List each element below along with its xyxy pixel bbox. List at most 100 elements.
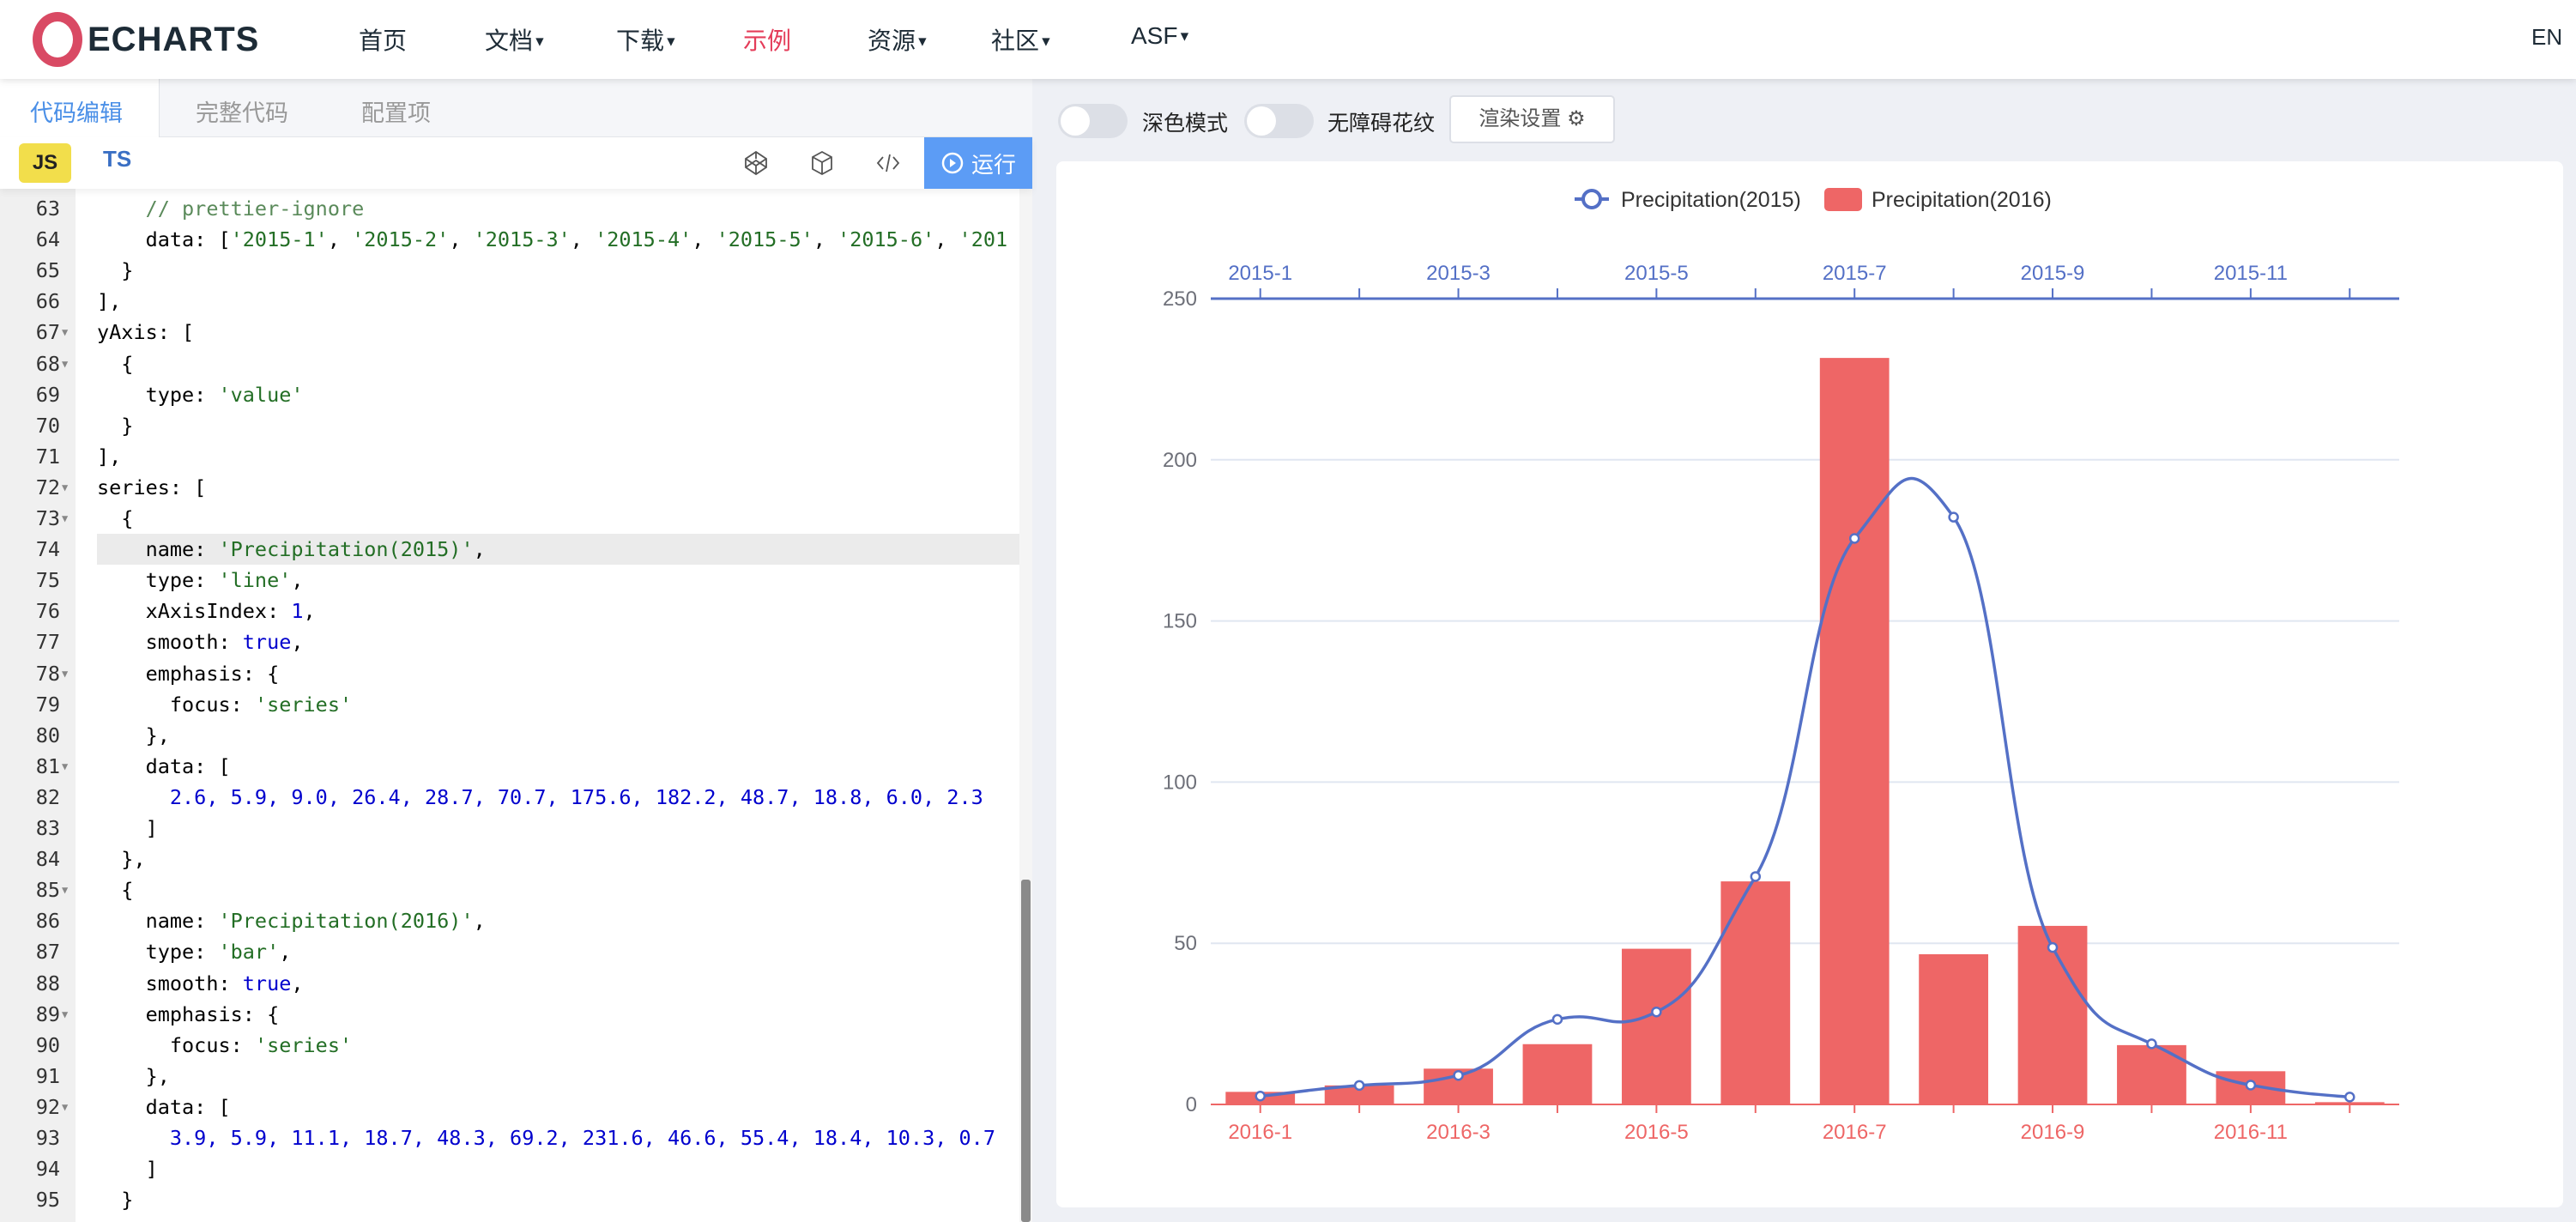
code-line[interactable]: 87 type: 'bar', xyxy=(0,936,1019,967)
nav-item-4[interactable]: 资源▼ xyxy=(868,22,929,57)
js-button[interactable]: JS xyxy=(19,143,71,183)
code-line[interactable]: 95 } xyxy=(0,1184,1019,1215)
code-line[interactable]: 73▼ { xyxy=(0,503,1019,534)
code-line[interactable]: 66], xyxy=(0,286,1019,317)
tab-options[interactable]: 配置项 xyxy=(361,94,431,128)
code-line[interactable]: 94 ] xyxy=(0,1153,1019,1184)
nav-item-5[interactable]: 社区▼ xyxy=(991,22,1053,57)
code-token: ], xyxy=(97,289,121,313)
ts-button[interactable]: TS xyxy=(103,146,131,172)
nav-item-2[interactable]: 下载▼ xyxy=(616,22,678,57)
fold-arrow-icon[interactable]: ▼ xyxy=(62,472,68,503)
code-text: smooth: true, xyxy=(97,626,1019,657)
code-line[interactable]: 70 } xyxy=(0,410,1019,441)
scrollbar-thumb[interactable] xyxy=(1021,880,1031,1222)
render-settings-button[interactable]: 渲染设置 ⚙ xyxy=(1449,95,1615,143)
line-number: 77 xyxy=(0,626,60,657)
code-line[interactable]: 69 type: 'value' xyxy=(0,379,1019,410)
code-editor[interactable]: 63 // prettier-ignore64 data: ['2015-1',… xyxy=(0,189,1019,1222)
line-number: 86 xyxy=(0,905,60,936)
code-line[interactable]: 91 }, xyxy=(0,1061,1019,1092)
code-line[interactable]: 79 focus: 'series' xyxy=(0,689,1019,720)
bar xyxy=(1720,881,1790,1104)
code-line[interactable]: 75 type: 'line', xyxy=(0,565,1019,596)
nav-item-6[interactable]: ASF▼ xyxy=(1131,22,1191,50)
code-line[interactable]: 68▼ { xyxy=(0,348,1019,379)
code-token: type: xyxy=(97,568,218,592)
nav-item-0[interactable]: 首页 xyxy=(359,22,407,57)
dark-mode-toggle[interactable] xyxy=(1058,104,1128,138)
tab-code-edit[interactable]: 代码编辑 xyxy=(30,94,123,128)
run-button[interactable]: 运行 xyxy=(924,137,1032,189)
x-top-label: 2015-11 xyxy=(2214,262,2288,285)
code-line[interactable]: 77 smooth: true, xyxy=(0,626,1019,657)
code-line[interactable]: 80 }, xyxy=(0,720,1019,751)
tab-full-code[interactable]: 完整代码 xyxy=(196,94,288,128)
code-line[interactable]: 74 name: 'Precipitation(2015)', xyxy=(0,534,1019,565)
code-line[interactable]: 83 ] xyxy=(0,813,1019,844)
code-line[interactable]: 88 smooth: true, xyxy=(0,968,1019,999)
code-token: 1 xyxy=(291,599,303,623)
fold-arrow-icon[interactable]: ▼ xyxy=(62,503,68,534)
code-line[interactable]: 72▼series: [ xyxy=(0,472,1019,503)
code-line[interactable]: 93 3.9, 5.9, 11.1, 18.7, 48.3, 69.2, 231… xyxy=(0,1122,1019,1153)
nav-item-label: ASF xyxy=(1131,22,1177,49)
code-line[interactable]: 81▼ data: [ xyxy=(0,751,1019,782)
aria-pattern-toggle[interactable] xyxy=(1244,104,1314,138)
code-token: data: [ xyxy=(97,1095,231,1119)
code-line[interactable]: 78▼ emphasis: { xyxy=(0,658,1019,689)
code-token: 'Precipitation(2016)' xyxy=(218,909,473,933)
code-line[interactable]: 90 focus: 'series' xyxy=(0,1030,1019,1061)
fold-arrow-icon[interactable]: ▼ xyxy=(62,1092,68,1122)
code-line[interactable]: 64 data: ['2015-1', '2015-2', '2015-3', … xyxy=(0,224,1019,255)
fold-arrow-icon[interactable]: ▼ xyxy=(62,874,68,905)
code-token: , xyxy=(934,227,958,251)
code-line[interactable]: 67▼yAxis: [ xyxy=(0,317,1019,348)
code-line[interactable]: 89▼ emphasis: { xyxy=(0,999,1019,1030)
play-circle-icon xyxy=(940,151,964,175)
fold-arrow-icon[interactable]: ▼ xyxy=(62,751,68,782)
code-token: '2015-1' xyxy=(231,227,328,251)
codesandbox-icon[interactable] xyxy=(808,149,836,177)
code-line[interactable]: 71], xyxy=(0,441,1019,472)
language-switch[interactable]: EN xyxy=(2531,24,2562,51)
code-token xyxy=(97,785,170,809)
code-line[interactable]: 85▼ { xyxy=(0,874,1019,905)
chart[interactable]: 0501001502002502016-12016-32016-52016-72… xyxy=(1056,161,2563,1207)
code-text: smooth: true, xyxy=(97,968,1019,999)
fold-arrow-icon[interactable]: ▼ xyxy=(62,348,68,379)
nav-item-label: 资源 xyxy=(868,27,916,54)
fold-arrow-icon[interactable]: ▼ xyxy=(62,658,68,689)
line-number: 95 xyxy=(0,1184,60,1215)
editor-scrollbar[interactable] xyxy=(1019,189,1032,1222)
echarts-logo[interactable]: ECHARTS xyxy=(33,12,259,67)
code-token: data: [ xyxy=(97,754,231,778)
code-token: 'series' xyxy=(255,693,352,717)
code-token: smooth: xyxy=(97,630,243,654)
x-top-label: 2015-1 xyxy=(1228,262,1292,285)
code-line[interactable]: 65 } xyxy=(0,255,1019,286)
code-line[interactable]: 82 2.6, 5.9, 9.0, 26.4, 28.7, 70.7, 175.… xyxy=(0,782,1019,813)
code-token: , xyxy=(291,568,303,592)
fold-arrow-icon[interactable]: ▼ xyxy=(62,999,68,1030)
line-number: 85 xyxy=(0,874,60,905)
code-token: data: [ xyxy=(97,227,231,251)
code-token: '201 xyxy=(959,227,1008,251)
fold-arrow-icon[interactable]: ▼ xyxy=(62,317,68,348)
code-line[interactable]: 86 name: 'Precipitation(2016)', xyxy=(0,905,1019,936)
code-icon[interactable] xyxy=(874,149,902,177)
line-number: 67 xyxy=(0,317,60,348)
code-text: name: 'Precipitation(2016)', xyxy=(97,905,1019,936)
nav-item-3[interactable]: 示例 xyxy=(743,22,791,57)
code-line[interactable]: 63 // prettier-ignore xyxy=(0,193,1019,224)
code-line[interactable]: 84 }, xyxy=(0,844,1019,874)
logo-icon xyxy=(33,12,82,67)
code-text: type: 'line', xyxy=(97,565,1019,596)
line-number: 64 xyxy=(0,224,60,255)
code-line[interactable]: 76 xAxisIndex: 1, xyxy=(0,596,1019,626)
nav-item-1[interactable]: 文档▼ xyxy=(485,22,547,57)
code-line[interactable]: 92▼ data: [ xyxy=(0,1092,1019,1122)
y-tick-label: 150 xyxy=(1163,610,1197,633)
codepen-icon[interactable] xyxy=(742,149,770,177)
line-number: 80 xyxy=(0,720,60,751)
